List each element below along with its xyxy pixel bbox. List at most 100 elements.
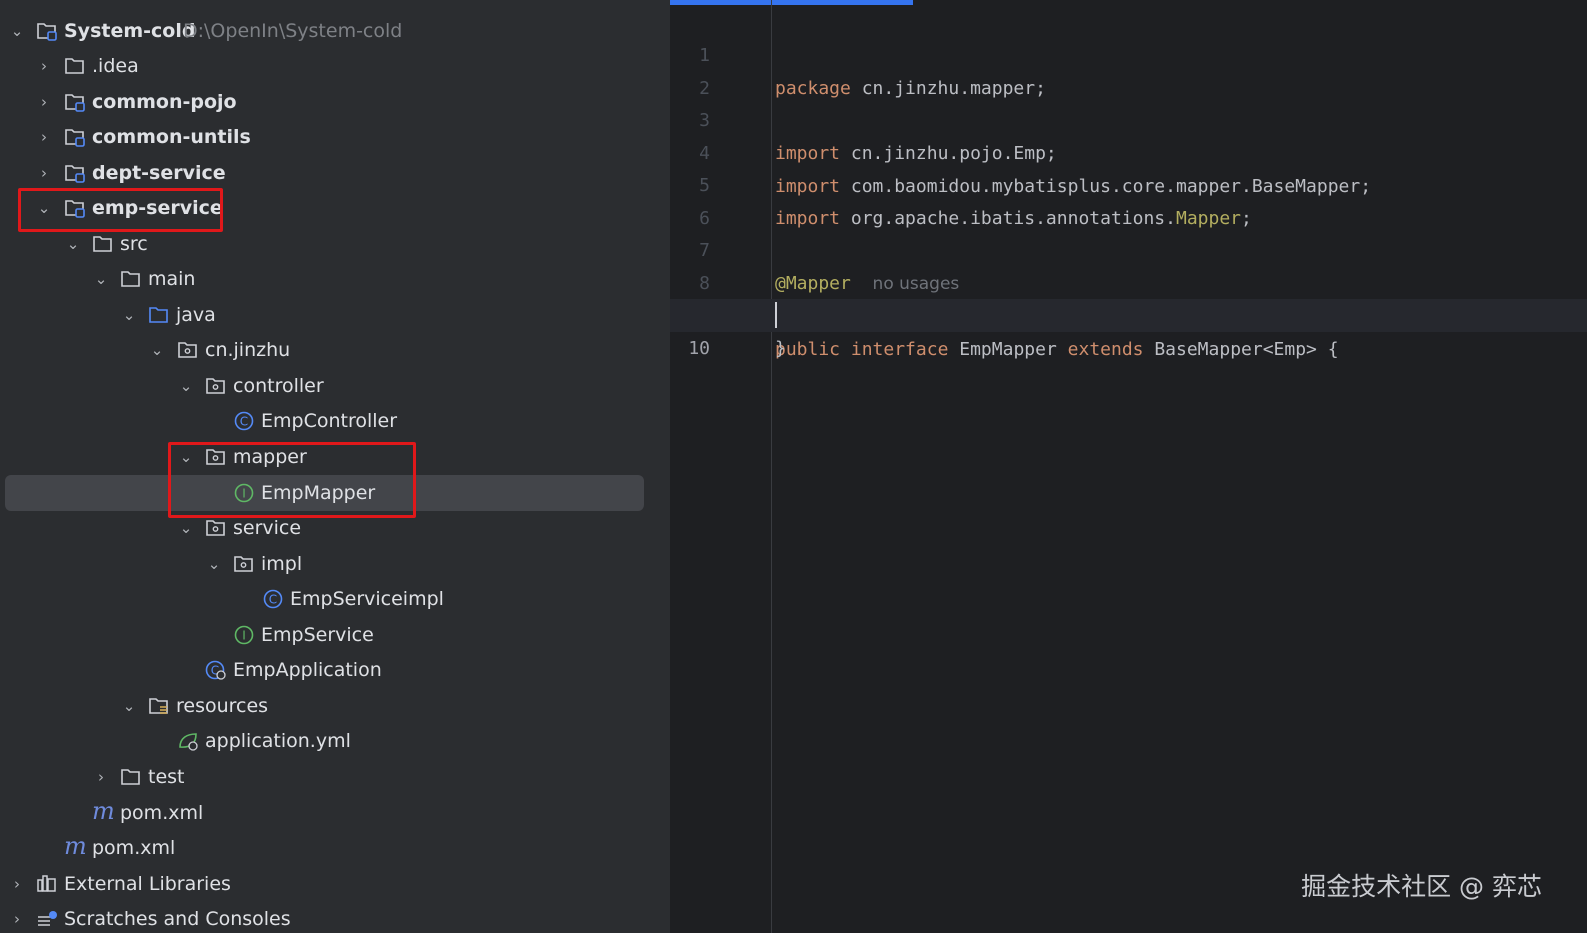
code-line-5[interactable]: 5 import org.apache.ibatis.annotations.M…: [670, 136, 1587, 229]
spring-yaml-icon: [179, 733, 198, 751]
chevron-down-icon[interactable]: ⌄: [9, 13, 25, 49]
source-root-folder-icon: [149, 307, 168, 323]
chevron-down-icon[interactable]: ⌄: [121, 688, 137, 724]
tree-label: EmpService: [261, 624, 374, 646]
tree-row-empcontroller[interactable]: C EmpController: [0, 403, 670, 439]
chevron-right-icon[interactable]: ›: [36, 48, 52, 84]
chevron-down-icon[interactable]: ⌄: [93, 261, 109, 297]
tree-row-controller[interactable]: ⌄ controller: [0, 368, 670, 404]
code-text: }: [775, 338, 786, 359]
maven-icon: m: [92, 797, 115, 825]
keyword: interface: [850, 339, 949, 360]
code-line-3[interactable]: 3 import cn.jinzhu.pojo.Emp;: [670, 71, 1587, 164]
chevron-down-icon[interactable]: ⌄: [149, 332, 165, 368]
tree-row-cn-jinzhu[interactable]: ⌄ cn.jinzhu: [0, 332, 670, 368]
interface-name: EmpMapper: [948, 339, 1068, 360]
line-number-current: 10: [688, 338, 710, 359]
chevron-right-icon[interactable]: ›: [93, 759, 109, 795]
tree-label: application.yml: [205, 730, 351, 752]
tree-row-idea[interactable]: › .idea: [0, 48, 670, 84]
class-icon: C: [263, 589, 283, 609]
package-icon: [178, 342, 197, 358]
module-folder-icon: [65, 94, 85, 112]
tree-label: impl: [261, 553, 303, 575]
tree-row-java[interactable]: ⌄ java: [0, 297, 670, 333]
tree-label: main: [148, 268, 196, 290]
code-line-10[interactable]: 10: [670, 299, 1587, 359]
tree-row-pom-xml[interactable]: m pom.xml: [0, 795, 670, 831]
tree-row-empserviceimpl[interactable]: C EmpServiceimpl: [0, 581, 670, 617]
project-name: System-cold: [64, 20, 196, 42]
svg-text:I: I: [242, 629, 246, 643]
chevron-down-icon[interactable]: ⌄: [121, 297, 137, 333]
chevron-right-icon[interactable]: ›: [9, 866, 25, 902]
watermark: 掘金技术社区 @ 弈芯: [1301, 872, 1542, 901]
tree-label: EmpApplication: [233, 659, 382, 681]
code-line-4[interactable]: 4 import com.baomidou.mybatisplus.core.m…: [670, 104, 1587, 197]
text-caret: [775, 302, 777, 328]
folder-icon: [121, 769, 140, 785]
tree-row-empapplication[interactable]: C EmpApplication: [0, 652, 670, 688]
module-folder-icon: [65, 129, 85, 147]
tree-label: .idea: [92, 55, 139, 77]
tree-label: pom.xml: [120, 802, 204, 824]
tree-row-root[interactable]: ⌄ System-cold D:\OpenIn\System-cold: [0, 13, 670, 49]
maven-icon: m: [64, 832, 87, 860]
code-line-9[interactable]: 9 }: [670, 266, 1587, 359]
package-icon: [206, 378, 225, 394]
active-tab-indicator: [670, 0, 913, 5]
tree-row-main[interactable]: ⌄ main: [0, 261, 670, 297]
tree-row-dept-service[interactable]: › dept-service: [0, 155, 670, 191]
code-line-7[interactable]: 7 @Mapper no usages: [670, 201, 1587, 294]
keyword: extends: [1067, 339, 1144, 360]
libraries-icon: [37, 875, 56, 892]
tree-label: common-untils: [92, 126, 251, 148]
tree-label: EmpController: [261, 410, 398, 432]
code-line-6[interactable]: 6: [670, 169, 1587, 229]
resources-folder-icon: [149, 698, 168, 714]
tree-row-test[interactable]: › test: [0, 759, 670, 795]
tree-row-impl[interactable]: ⌄ impl: [0, 546, 670, 582]
tree-row-common-pojo[interactable]: › common-pojo: [0, 84, 670, 120]
spring-boot-class-icon: C: [205, 660, 226, 680]
tree-label: test: [148, 766, 185, 788]
tree-label: java: [176, 304, 216, 326]
folder-icon: [65, 58, 84, 74]
tree-row-resources[interactable]: ⌄ resources: [0, 688, 670, 724]
chevron-right-icon[interactable]: ›: [9, 901, 25, 933]
chevron-right-icon[interactable]: ›: [36, 155, 52, 191]
tree-row-scratches[interactable]: › Scratches and Consoles: [0, 901, 670, 933]
tree-label: controller: [233, 375, 324, 397]
code-line-1[interactable]: 1 package cn.jinzhu.mapper;: [670, 6, 1587, 99]
svg-text:C: C: [240, 415, 248, 429]
tree-row-application-yml[interactable]: application.yml: [0, 723, 670, 759]
code-editor[interactable]: 1 package cn.jinzhu.mapper; 2 3 import c…: [670, 0, 1587, 933]
module-folder-icon: [65, 165, 85, 183]
tree-label: resources: [176, 695, 269, 717]
tree-row-empservice[interactable]: I EmpService: [0, 617, 670, 653]
package-icon: [206, 520, 225, 536]
project-path: D:\OpenIn\System-cold: [183, 20, 403, 42]
tree-label: External Libraries: [64, 873, 231, 895]
tree-label: cn.jinzhu: [205, 339, 291, 361]
tree-label: pom.xml: [92, 837, 176, 859]
module-folder-icon: [37, 23, 57, 41]
highlight-box-emp-service: [18, 188, 223, 232]
tree-row-pom-xml-root[interactable]: m pom.xml: [0, 830, 670, 866]
tree-row-external-libraries[interactable]: › External Libraries: [0, 866, 670, 902]
svg-text:C: C: [269, 593, 277, 607]
chevron-down-icon[interactable]: ⌄: [206, 546, 222, 582]
scratches-icon: [38, 911, 57, 926]
tree-label: Scratches and Consoles: [64, 908, 291, 930]
code-line-2[interactable]: 2: [670, 39, 1587, 99]
tree-label: common-pojo: [92, 91, 237, 113]
folder-icon: [93, 236, 112, 252]
folder-icon: [121, 271, 140, 287]
package-icon: [234, 556, 253, 572]
chevron-right-icon[interactable]: ›: [36, 119, 52, 155]
chevron-right-icon[interactable]: ›: [36, 84, 52, 120]
code-line-8[interactable]: 8 public interface EmpMapper extends Bas…: [670, 234, 1587, 360]
class-icon: C: [234, 411, 254, 431]
chevron-down-icon[interactable]: ⌄: [178, 368, 194, 404]
tree-row-common-untils[interactable]: › common-untils: [0, 119, 670, 155]
